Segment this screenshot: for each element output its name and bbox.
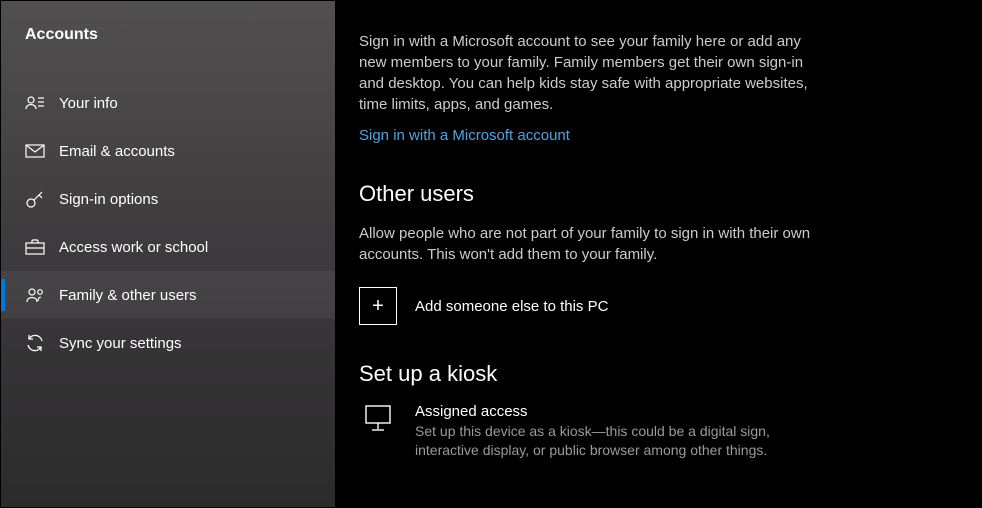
sidebar-item-family-other-users[interactable]: Family & other users bbox=[1, 271, 335, 319]
add-someone-button[interactable]: + Add someone else to this PC bbox=[359, 287, 951, 325]
kiosk-monitor-icon bbox=[359, 403, 397, 441]
key-icon bbox=[25, 189, 45, 209]
sidebar-item-label: Sync your settings bbox=[59, 335, 182, 352]
sidebar-item-signin-options[interactable]: Sign-in options bbox=[1, 175, 335, 223]
sidebar-item-label: Sign-in options bbox=[59, 191, 158, 208]
people-icon bbox=[25, 285, 45, 305]
other-users-heading: Other users bbox=[359, 181, 951, 207]
sidebar-item-sync-settings[interactable]: Sync your settings bbox=[1, 319, 335, 367]
signin-microsoft-link[interactable]: Sign in with a Microsoft account bbox=[359, 127, 570, 144]
person-card-icon bbox=[25, 93, 45, 113]
family-intro-text: Sign in with a Microsoft account to see … bbox=[359, 31, 819, 115]
plus-icon: + bbox=[359, 287, 397, 325]
sidebar-item-label: Your info bbox=[59, 95, 118, 112]
sync-icon bbox=[25, 333, 45, 353]
add-someone-label: Add someone else to this PC bbox=[415, 298, 608, 315]
sidebar-item-label: Family & other users bbox=[59, 287, 197, 304]
briefcase-icon bbox=[25, 237, 45, 257]
sidebar-item-access-work-school[interactable]: Access work or school bbox=[1, 223, 335, 271]
other-users-text: Allow people who are not part of your fa… bbox=[359, 223, 819, 265]
sidebar-item-email-accounts[interactable]: Email & accounts bbox=[1, 127, 335, 175]
assigned-access-desc: Set up this device as a kiosk—this could… bbox=[415, 422, 835, 460]
assigned-access-button[interactable]: Assigned access Set up this device as a … bbox=[359, 403, 951, 460]
sidebar-title: Accounts bbox=[1, 26, 335, 44]
kiosk-heading: Set up a kiosk bbox=[359, 361, 951, 387]
mail-icon bbox=[25, 141, 45, 161]
assigned-access-title: Assigned access bbox=[415, 403, 835, 420]
main-panel: Sign in with a Microsoft account to see … bbox=[335, 1, 981, 507]
sidebar: Accounts Your info Email & acc bbox=[1, 1, 335, 507]
sidebar-item-label: Access work or school bbox=[59, 239, 208, 256]
sidebar-item-your-info[interactable]: Your info bbox=[1, 79, 335, 127]
sidebar-item-label: Email & accounts bbox=[59, 143, 175, 160]
